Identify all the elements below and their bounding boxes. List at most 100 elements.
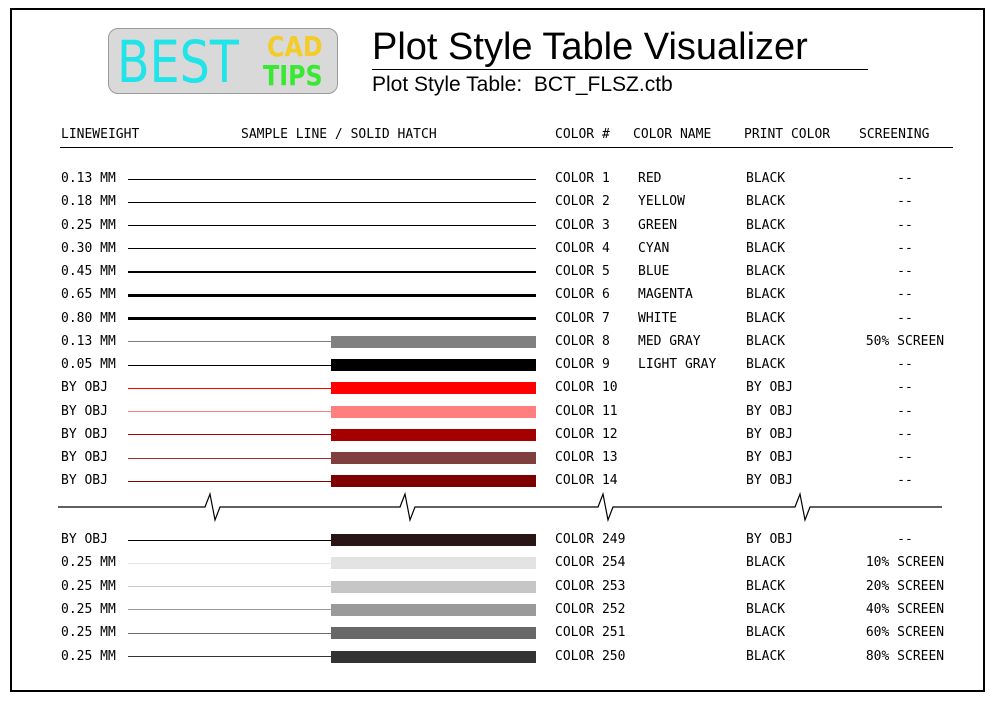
print-color-cell: BLACK [746, 217, 786, 233]
lineweight-cell: BY OBJ [61, 532, 108, 547]
color-number-cell: COLOR 3 [555, 217, 610, 233]
lineweight-cell: BY OBJ [61, 473, 108, 489]
print-color-cell: BY OBJ [746, 532, 793, 547]
screening-cell: -- [897, 450, 913, 465]
table-row: 0.25 MM COLOR 252 BLACK 40% SCREEN [0, 602, 997, 622]
solid-hatch-swatch [331, 382, 536, 395]
print-color-cell: BLACK [746, 287, 786, 303]
print-color-cell: BLACK [746, 357, 786, 372]
screening-cell: -- [897, 403, 913, 419]
sample-line [128, 632, 331, 634]
table-row: 0.13 MM COLOR 8 MED GRAY BLACK 50% SCREEN [0, 334, 997, 354]
screening-cell: -- [897, 171, 913, 186]
color-name-cell: LIGHT GRAY [638, 357, 717, 372]
header-rule [60, 147, 953, 148]
table-row: 0.25 MM COLOR 3 GREEN BLACK -- [0, 218, 997, 238]
color-name-cell: CYAN [638, 240, 670, 256]
sample-line [128, 457, 331, 459]
color-name-cell: MAGENTA [638, 287, 693, 303]
color-number-cell: COLOR 253 [555, 578, 626, 594]
color-name-cell: MED GRAY [638, 333, 701, 349]
screening-cell: -- [897, 194, 913, 210]
lineweight-cell: 0.30 MM [61, 240, 116, 256]
solid-hatch-swatch [331, 335, 536, 348]
header-screening: SCREENING [859, 127, 930, 142]
logo-best-text: BEST [117, 28, 239, 96]
lineweight-cell: 0.05 MM [61, 357, 116, 372]
logo-cad-text: CAD [267, 30, 323, 63]
lineweight-cell: BY OBJ [61, 403, 108, 419]
solid-hatch-swatch [331, 452, 536, 464]
color-number-cell: COLOR 8 [555, 333, 610, 349]
color-number-cell: COLOR 249 [555, 532, 626, 547]
screening-cell: -- [897, 264, 913, 279]
table-row: BY OBJ COLOR 12 BY OBJ -- [0, 427, 997, 447]
sample-line [128, 316, 536, 320]
print-color-cell: BLACK [746, 264, 786, 279]
print-color-cell: BY OBJ [746, 450, 793, 465]
color-number-cell: COLOR 12 [555, 426, 618, 442]
color-number-cell: COLOR 1 [555, 171, 610, 186]
color-name-cell: GREEN [638, 217, 678, 233]
table-row: BY OBJ COLOR 249 BY OBJ -- [0, 532, 997, 552]
table-row: 0.05 MM COLOR 9 LIGHT GRAY BLACK -- [0, 357, 997, 377]
print-color-cell: BY OBJ [746, 473, 793, 489]
sample-line [128, 480, 331, 482]
lineweight-cell: 0.25 MM [61, 601, 116, 617]
screening-cell: 60% SCREEN [865, 625, 945, 641]
lineweight-cell: 0.25 MM [61, 578, 116, 594]
color-number-cell: COLOR 9 [555, 357, 610, 372]
screening-cell: -- [897, 380, 913, 396]
solid-hatch-swatch [331, 603, 536, 616]
color-name-cell: RED [638, 171, 662, 186]
table-row: 0.25 MM COLOR 254 BLACK 10% SCREEN [0, 555, 997, 575]
table-row: 0.30 MM COLOR 4 CYAN BLACK -- [0, 241, 997, 261]
print-color-cell: BLACK [746, 648, 786, 664]
sample-line [128, 201, 536, 203]
best-cad-tips-logo: BEST CAD TIPS [108, 28, 338, 94]
lineweight-cell: 0.18 MM [61, 194, 116, 210]
table-row: 0.25 MM COLOR 250 BLACK 80% SCREEN [0, 649, 997, 669]
print-color-cell: BLACK [746, 601, 786, 617]
color-number-cell: COLOR 6 [555, 287, 610, 303]
header-print-color: PRINT COLOR [744, 127, 831, 142]
sample-line [128, 341, 331, 343]
solid-hatch-swatch [331, 475, 536, 488]
sample-line [128, 562, 331, 564]
lineweight-cell: 0.80 MM [61, 310, 116, 326]
print-color-cell: BY OBJ [746, 426, 793, 442]
screening-cell: 50% SCREEN [865, 333, 945, 349]
lineweight-cell: 0.25 MM [61, 625, 116, 641]
sample-line [128, 586, 331, 588]
color-number-cell: COLOR 251 [555, 625, 626, 641]
sample-line [128, 178, 536, 180]
print-color-cell: BY OBJ [746, 403, 793, 419]
screening-cell: 40% SCREEN [865, 601, 945, 617]
print-color-cell: BLACK [746, 333, 786, 349]
screening-cell: -- [897, 287, 913, 303]
sample-line [128, 248, 536, 250]
lineweight-cell: 0.13 MM [61, 333, 116, 349]
color-number-cell: COLOR 250 [555, 648, 626, 664]
print-color-cell: BLACK [746, 194, 786, 210]
lineweight-cell: BY OBJ [61, 426, 108, 442]
print-color-cell: BLACK [746, 625, 786, 641]
screening-cell: -- [897, 310, 913, 326]
page-subtitle: Plot Style Table: BCT_FLSZ.ctb [372, 73, 673, 96]
lineweight-cell: BY OBJ [61, 380, 108, 396]
screening-cell: -- [897, 357, 913, 372]
solid-hatch-swatch [331, 405, 536, 418]
color-name-cell: YELLOW [638, 194, 685, 210]
screening-cell: -- [897, 473, 913, 489]
screening-cell: 20% SCREEN [865, 578, 945, 594]
screening-cell: -- [897, 532, 913, 547]
color-number-cell: COLOR 5 [555, 264, 610, 279]
print-color-cell: BLACK [746, 578, 786, 594]
print-color-cell: BLACK [746, 240, 786, 256]
table-row: 0.80 MM COLOR 7 WHITE BLACK -- [0, 311, 997, 331]
lineweight-cell: 0.13 MM [61, 171, 116, 186]
color-number-cell: COLOR 4 [555, 240, 610, 256]
color-name-cell: BLUE [638, 264, 670, 279]
solid-hatch-swatch [331, 534, 536, 546]
color-number-cell: COLOR 14 [555, 473, 618, 489]
